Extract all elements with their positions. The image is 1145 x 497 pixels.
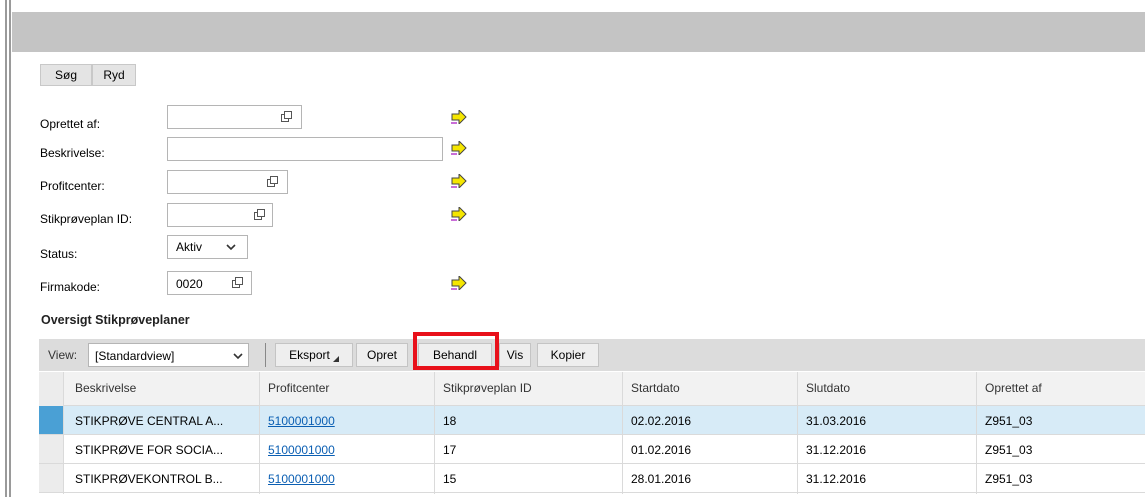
cell-profit-center-link[interactable]: 5100001000 [268, 443, 335, 457]
cell-plan-id: 18 [443, 414, 457, 428]
cell-profit-center-link[interactable]: 5100001000 [268, 472, 335, 486]
profit-center-field[interactable] [167, 170, 288, 194]
cell-description: STIKPRØVEKONTROL B... [75, 472, 223, 486]
chevron-down-icon [226, 244, 236, 251]
column-header-profit-center[interactable]: Profitcenter [268, 381, 329, 395]
profit-center-label: Profitcenter: [40, 179, 105, 193]
cell-end-date: 31.12.2016 [806, 472, 867, 486]
status-value: Aktiv [176, 240, 203, 254]
clear-button[interactable]: Ryd [92, 64, 136, 86]
column-divider [434, 372, 435, 494]
cell-end-date: 31.12.2016 [806, 443, 867, 457]
column-divider [797, 372, 798, 494]
search-button[interactable]: Søg [40, 64, 92, 86]
created-by-field[interactable] [167, 105, 302, 129]
multiple-selection-arrow-icon[interactable] [451, 207, 467, 221]
toolbar-separator [265, 343, 266, 367]
create-button[interactable]: Opret [356, 343, 408, 367]
view-select[interactable]: [Standardview] [88, 343, 249, 367]
multiple-selection-arrow-icon[interactable] [451, 110, 467, 124]
window-border [9, 0, 11, 497]
cell-created-by: Z951_03 [985, 443, 1033, 457]
section-title: Oversigt Stikprøveplaner [41, 313, 190, 327]
created-by-label: Oprettet af: [40, 117, 101, 131]
show-button[interactable]: Vis [499, 343, 531, 367]
column-divider [259, 372, 260, 494]
row-selector[interactable] [39, 435, 63, 463]
value-help-icon[interactable] [254, 209, 265, 220]
plan-id-field[interactable] [167, 203, 273, 227]
description-label: Beskrivelse: [40, 146, 105, 160]
cell-start-date: 28.01.2016 [631, 472, 692, 486]
header-band [12, 12, 1145, 52]
export-label: Eksport [289, 348, 330, 362]
value-help-icon[interactable] [232, 277, 243, 288]
value-help-icon[interactable] [281, 111, 292, 122]
cell-start-date: 02.02.2016 [631, 414, 692, 428]
cell-plan-id: 17 [443, 443, 457, 457]
company-code-value: 0020 [176, 277, 203, 291]
cell-description: STIKPRØVE CENTRAL A... [75, 414, 224, 428]
cell-end-date: 31.03.2016 [806, 414, 867, 428]
plan-id-label: Stikprøveplan ID: [40, 212, 133, 226]
status-dropdown[interactable]: Aktiv [167, 235, 248, 259]
row-selector[interactable] [39, 406, 63, 434]
export-button[interactable]: Eksport [275, 343, 353, 367]
description-field[interactable] [167, 137, 443, 161]
multiple-selection-arrow-icon[interactable] [451, 141, 467, 155]
window-border [5, 0, 7, 497]
cell-plan-id: 15 [443, 472, 457, 486]
company-code-label: Firmakode: [40, 280, 101, 294]
cell-start-date: 01.02.2016 [631, 443, 692, 457]
chevron-down-icon [233, 353, 243, 360]
select-all-cell[interactable] [39, 372, 63, 406]
table-header [39, 372, 1145, 406]
view-label: View: [48, 348, 78, 362]
column-header-end-date[interactable]: Slutdato [806, 381, 850, 395]
multiple-selection-arrow-icon[interactable] [451, 174, 467, 188]
company-code-field[interactable]: 0020 [167, 271, 252, 295]
column-header-description[interactable]: Beskrivelse [75, 381, 136, 395]
column-header-plan-id[interactable]: Stikprøveplan ID [443, 381, 532, 395]
status-label: Status: [40, 247, 78, 261]
cell-profit-center-link[interactable]: 5100001000 [268, 414, 335, 428]
column-divider [976, 372, 977, 494]
column-divider [622, 372, 623, 494]
cell-created-by: Z951_03 [985, 472, 1033, 486]
value-help-icon[interactable] [267, 176, 278, 187]
column-divider [63, 372, 64, 494]
dropdown-triangle-icon [332, 356, 339, 362]
cell-created-by: Z951_03 [985, 414, 1033, 428]
row-selector[interactable] [39, 464, 63, 492]
cell-description: STIKPRØVE FOR SOCIA... [75, 443, 224, 457]
view-value: [Standardview] [95, 349, 175, 363]
multiple-selection-arrow-icon[interactable] [451, 276, 467, 290]
copy-button[interactable]: Kopier [537, 343, 599, 367]
column-header-start-date[interactable]: Startdato [631, 381, 680, 395]
column-header-created-by[interactable]: Oprettet af [985, 381, 1042, 395]
highlight-box [413, 332, 499, 370]
